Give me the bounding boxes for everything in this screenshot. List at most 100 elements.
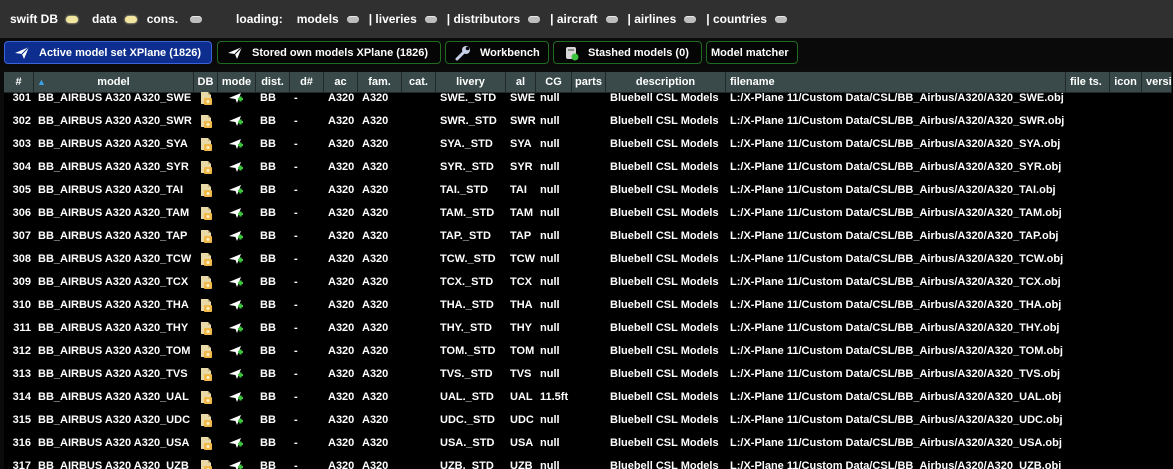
cell-cat — [402, 294, 436, 317]
cell-description: Bluebell CSL Models — [610, 115, 719, 127]
table-row[interactable]: 311 BB_AIRBUS A320 A320_THY BB - A320 A320 THY… — [4, 317, 1173, 340]
cell-cat — [402, 87, 436, 110]
table-row[interactable]: 307 BB_AIRBUS A320 A320_TAP BB - A320 A320 TAP… — [4, 225, 1173, 248]
cell-file-ts — [1066, 409, 1110, 432]
data-led-icon — [124, 15, 137, 23]
cell-parts — [572, 156, 606, 179]
cell-filename: L:/X-Plane 11/Custom Data/CSL/BB_Airbus/… — [730, 322, 1060, 334]
tab-stored-own-models[interactable]: Stored own models XPlane (1826) — [217, 41, 441, 64]
mode-cell — [218, 363, 256, 386]
table-row[interactable]: 310 BB_AIRBUS A320 A320_THA BB - A320 A320 THA… — [4, 294, 1173, 317]
cell-parts — [572, 87, 606, 110]
tab-label: Stashed models (0) — [588, 46, 689, 59]
cell-al: TOM — [510, 345, 535, 357]
stash-icon — [560, 45, 582, 61]
cell-al: TAI — [510, 184, 527, 196]
table-row[interactable]: 316 BB_AIRBUS A320 A320_USA BB - A320 A320 USA… — [4, 432, 1173, 455]
loading-distributors-label: | distributors — [446, 12, 521, 26]
table-row[interactable]: 315 BB_AIRBUS A320 A320_UDC BB - A320 A320 UDC… — [4, 409, 1173, 432]
mode-plane-icon — [228, 390, 244, 409]
model-table[interactable]: # model ▲ DB mode dist. d# ac fam. cat. livery al CG… — [4, 72, 1173, 469]
tab-model-matcher[interactable]: Model matcher — [706, 41, 798, 64]
cell-description: Bluebell CSL Models — [610, 276, 719, 288]
loading-label: loading: — [236, 12, 283, 26]
mode-cell — [218, 179, 256, 202]
mode-plane-icon — [228, 114, 244, 133]
cell-file-ts — [1066, 271, 1110, 294]
cell-fam: A320 — [362, 437, 389, 449]
table-row[interactable]: 308 BB_AIRBUS A320 A320_TCW BB - A320 A320 TCW… — [4, 248, 1173, 271]
cell-version — [1142, 317, 1172, 340]
cell-version — [1142, 294, 1172, 317]
cell-idx: 307 — [12, 230, 31, 242]
db-cell — [194, 294, 218, 317]
table-row[interactable]: 317 BB_AIRBUS A320 A320_UZB BB - A320 A320 UZB… — [4, 455, 1173, 469]
cell-livery: TAI._STD — [440, 184, 489, 196]
db-cell — [194, 248, 218, 271]
cell-dist: BB — [260, 345, 276, 357]
tab-label: Workbench — [480, 46, 540, 59]
cell-cg: null — [540, 115, 560, 127]
cell-cat — [402, 179, 436, 202]
cell-description: Bluebell CSL Models — [610, 414, 719, 426]
status-bar: swift DB data cons. loading: models | li… — [0, 0, 1173, 38]
cell-ac: A320 — [328, 437, 355, 449]
cell-livery: UDC._STD — [440, 414, 496, 426]
cell-al: UAL — [510, 391, 533, 403]
cell-idx: 313 — [12, 368, 31, 380]
sort-ascending-icon: ▲ — [37, 77, 46, 87]
cell-description: Bluebell CSL Models — [610, 345, 719, 357]
cell-file-ts — [1066, 87, 1110, 110]
cell-model: BB_AIRBUS A320 A320_UZB — [38, 460, 189, 469]
db-cell — [194, 386, 218, 409]
cell-idx: 302 — [12, 115, 31, 127]
table-row[interactable]: 302 BB_AIRBUS A320 A320_SWR BB - A320 A320 SWR… — [4, 110, 1173, 133]
cell-ac: A320 — [328, 368, 355, 380]
table-row[interactable]: 313 BB_AIRBUS A320 A320_TVS BB - A320 A320 TVS… — [4, 363, 1173, 386]
table-row[interactable]: 309 BB_AIRBUS A320 A320_TCX BB - A320 A320 TCX… — [4, 271, 1173, 294]
mode-cell — [218, 110, 256, 133]
mode-cell — [218, 432, 256, 455]
table-row[interactable]: 304 BB_AIRBUS A320 A320_SYR BB - A320 A320 SYR… — [4, 156, 1173, 179]
cell-dnum: - — [294, 184, 298, 196]
countries-led-icon — [774, 15, 787, 23]
cell-livery: SYA._STD — [440, 138, 493, 150]
tab-workbench[interactable]: Workbench — [445, 41, 549, 64]
db-cell — [194, 432, 218, 455]
cell-dnum: - — [294, 276, 298, 288]
db-entry-icon — [199, 390, 213, 409]
db-entry-icon — [199, 275, 213, 294]
cell-model: BB_AIRBUS A320 A320_USA — [38, 437, 190, 449]
cell-cat — [402, 363, 436, 386]
cell-al: UDC — [510, 414, 534, 426]
db-entry-icon — [199, 137, 213, 156]
swift-db-led-icon — [66, 15, 78, 23]
mode-cell — [218, 386, 256, 409]
cell-dnum: - — [294, 437, 298, 449]
db-cell — [194, 156, 218, 179]
cell-al: SYR — [510, 161, 533, 173]
table-row[interactable]: 305 BB_AIRBUS A320 A320_TAI BB - A320 A320 TAI… — [4, 179, 1173, 202]
table-row[interactable]: 312 BB_AIRBUS A320 A320_TOM BB - A320 A320 TOM… — [4, 340, 1173, 363]
table-row[interactable]: 303 BB_AIRBUS A320 A320_SYA BB - A320 A320 SYA… — [4, 133, 1173, 156]
airlines-led-icon — [684, 15, 697, 23]
cons-label: cons. — [146, 12, 179, 26]
cell-dist: BB — [260, 391, 276, 403]
table-row[interactable]: 314 BB_AIRBUS A320 A320_UAL BB - A320 A320 UAL… — [4, 386, 1173, 409]
tab-stashed-models[interactable]: Stashed models (0) — [553, 41, 702, 64]
table-row[interactable]: 306 BB_AIRBUS A320 A320_TAM BB - A320 A320 TAM… — [4, 202, 1173, 225]
cell-icon — [1110, 455, 1142, 469]
cell-description: Bluebell CSL Models — [610, 322, 719, 334]
tab-active-model-set[interactable]: Active model set XPlane (1826) — [4, 41, 212, 64]
table-row[interactable]: 301 BB_AIRBUS A320 A320_SWE BB - A320 A320 SWE… — [4, 87, 1173, 110]
cell-model: BB_AIRBUS A320 A320_SWE — [38, 92, 192, 104]
cell-dist: BB — [260, 299, 276, 311]
cell-ac: A320 — [328, 276, 355, 288]
swift-db-label: swift DB — [10, 12, 58, 26]
cell-model: BB_AIRBUS A320 A320_SWR — [38, 115, 192, 127]
mode-plane-icon — [228, 229, 244, 248]
cell-parts — [572, 363, 606, 386]
cell-dist: BB — [260, 253, 276, 265]
db-entry-icon — [199, 459, 213, 469]
cell-model: BB_AIRBUS A320 A320_THA — [38, 299, 189, 311]
